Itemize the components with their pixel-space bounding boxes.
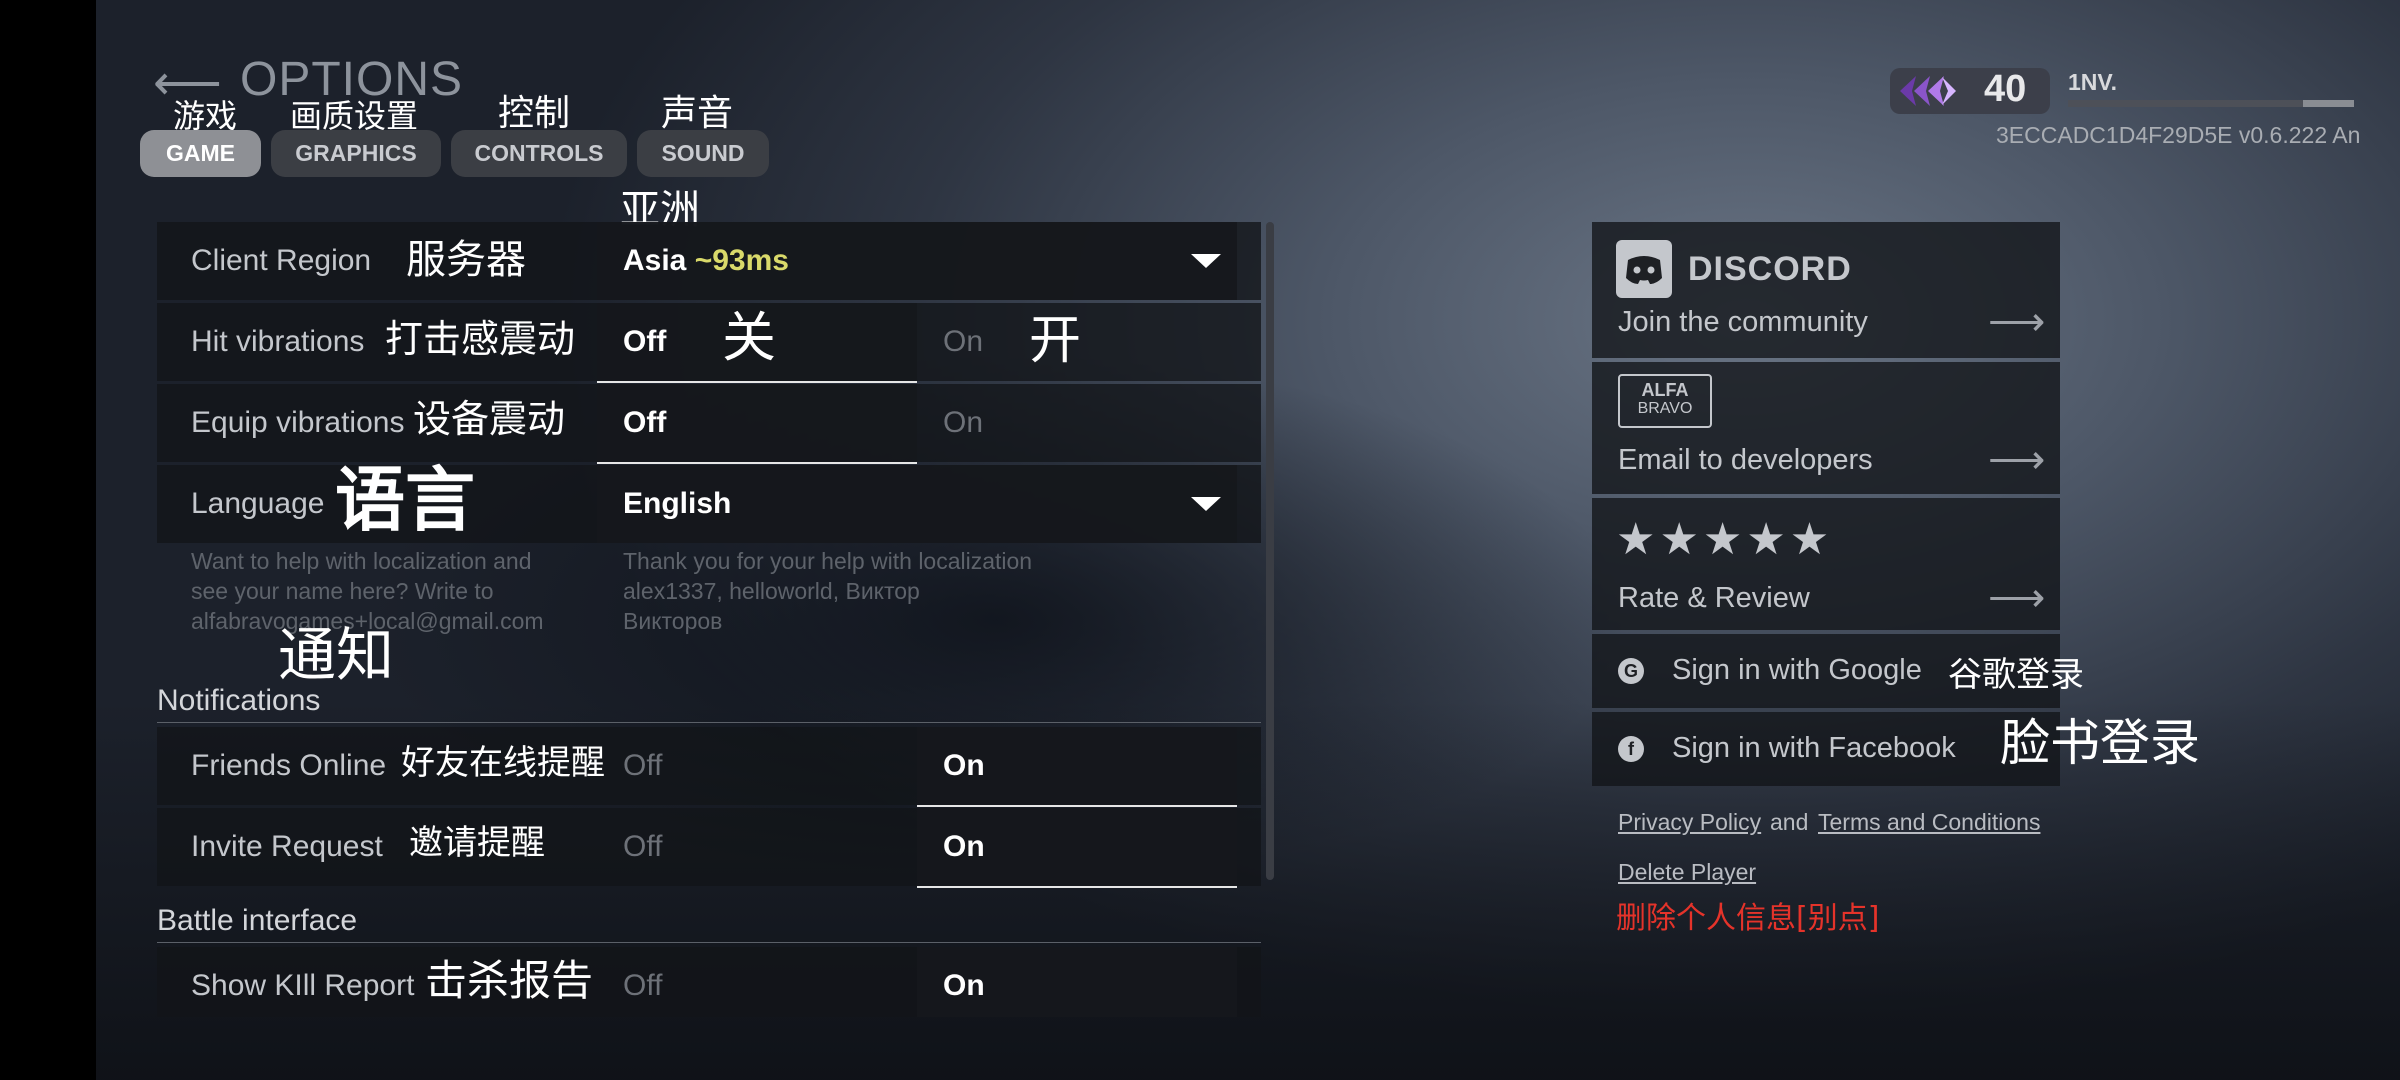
- tab-graphics[interactable]: GRAPHICS: [271, 130, 441, 177]
- invite-request-off-label: Off: [623, 830, 663, 863]
- star-rating-icon: ★★★★★: [1616, 515, 1834, 564]
- tab-game-annotation: 游戏: [173, 97, 238, 135]
- tab-graphics-annotation: 画质设置: [290, 97, 419, 135]
- equip-vibrations-annotation: 设备震动: [413, 397, 566, 441]
- xp-progress-bar: [2068, 100, 2354, 107]
- hit-vibrations-annotation: 打击感震动: [385, 317, 576, 361]
- discord-text: Join the community: [1618, 306, 1868, 338]
- chevron-down-icon: [1191, 497, 1221, 511]
- email-developers-card[interactable]: ALFA BRAVO Email to developers ⟶: [1592, 362, 2060, 494]
- equip-vibrations-on-label: On: [943, 406, 984, 439]
- google-annotation: 谷歌登录: [1948, 655, 2084, 695]
- show-kill-report-on-option[interactable]: On: [917, 947, 1237, 1017]
- xp-progress-fill: [2068, 100, 2303, 107]
- client-region-dropdown[interactable]: Asia ~93ms: [597, 222, 1237, 300]
- tab-sound-label: SOUND: [661, 140, 745, 166]
- tab-controls[interactable]: CONTROLS: [451, 130, 627, 177]
- client-region-annotation: 服务器: [406, 237, 526, 283]
- invite-request-label: Invite Request: [191, 830, 383, 863]
- equip-vibrations-off-option[interactable]: Off: [597, 384, 917, 464]
- build-version: 3ECCADC1D4F29D5E v0.6.222 An: [1996, 122, 2361, 148]
- email-developers-text: Email to developers: [1618, 444, 1873, 476]
- hit-vibrations-on-label: On: [943, 325, 984, 358]
- tab-sound[interactable]: SOUND: [637, 130, 769, 177]
- tab-game-label: GAME: [166, 140, 235, 166]
- equip-vibrations-label: Equip vibrations: [191, 406, 405, 439]
- hit-vibrations-on-option[interactable]: On 开: [917, 303, 1261, 381]
- show-kill-report-off-label: Off: [623, 969, 663, 1002]
- invite-request-on-label: On: [943, 830, 985, 863]
- alfa-bravo-logo: ALFA BRAVO: [1618, 374, 1712, 428]
- facebook-sign-in-text: Sign in with Facebook: [1672, 732, 1956, 764]
- and-text: and: [1770, 809, 1809, 835]
- invite-request-annotation: 邀请提醒: [409, 823, 545, 863]
- friends-online-annotation: 好友在线提醒: [401, 743, 605, 783]
- google-sign-in-text: Sign in with Google: [1672, 654, 1922, 686]
- terms-link[interactable]: Terms and Conditions: [1818, 811, 2040, 834]
- tab-controls-label: CONTROLS: [474, 140, 604, 166]
- arrow-right-icon: ⟶: [1988, 438, 2046, 482]
- privacy-policy-link[interactable]: Privacy Policy: [1618, 811, 1761, 834]
- friends-online-off-option[interactable]: Off: [597, 727, 917, 805]
- delete-player-link[interactable]: Delete Player: [1618, 861, 1756, 884]
- friends-online-on-option[interactable]: On: [917, 727, 1237, 807]
- notifications-annotation: 通知: [278, 621, 395, 689]
- facebook-annotation: 脸书登录: [2000, 714, 2200, 772]
- ping-value: ~93ms: [694, 244, 789, 277]
- section-divider: [157, 942, 1261, 943]
- friends-online-label: Friends Online: [191, 749, 387, 782]
- facebook-sign-in-button[interactable]: f Sign in with Facebook: [1592, 712, 2060, 786]
- client-region-label: Client Region: [191, 244, 372, 277]
- battle-section-title: Battle interface: [157, 904, 358, 937]
- friends-online-on-label: On: [943, 749, 985, 782]
- language-dropdown[interactable]: English: [597, 465, 1237, 543]
- off-annotation: 关: [722, 306, 776, 369]
- chevron-down-icon: [1191, 254, 1221, 268]
- hit-vibrations-off-label: Off: [623, 325, 667, 358]
- language-value: English: [623, 487, 732, 520]
- show-kill-report-off-option[interactable]: Off: [597, 947, 917, 1017]
- equip-vibrations-off-label: Off: [623, 406, 667, 439]
- settings-scrollbar[interactable]: [1266, 222, 1274, 880]
- invite-request-off-option[interactable]: Off: [597, 808, 917, 886]
- language-annotation: 语言: [335, 459, 475, 541]
- tab-controls-annotation: 控制: [498, 93, 571, 134]
- show-kill-report-label: Show KIll Report: [191, 969, 415, 1002]
- tab-game[interactable]: GAME: [140, 130, 261, 177]
- language-label: Language: [191, 487, 325, 520]
- player-name: 1NV.: [2068, 69, 2118, 95]
- tab-graphics-label: GRAPHICS: [295, 140, 417, 166]
- left-black-bar: [0, 0, 96, 1080]
- player-level: 40: [1984, 68, 2027, 110]
- show-kill-report-annotation: 击杀报告: [425, 956, 594, 1005]
- tab-sound-annotation: 声音: [661, 93, 734, 134]
- discord-icon: [1616, 240, 1672, 298]
- rank-emblem-icon: [1900, 76, 1956, 106]
- invite-request-on-option[interactable]: On: [917, 808, 1237, 888]
- section-divider: [157, 722, 1261, 723]
- notifications-section-title: Notifications: [157, 684, 321, 717]
- rate-review-card[interactable]: ★★★★★ Rate & Review ⟶: [1592, 498, 2060, 630]
- google-icon: G: [1618, 658, 1644, 684]
- discord-wordmark: DISCORD: [1688, 250, 1852, 288]
- arrow-right-icon: ⟶: [1988, 576, 2046, 620]
- localization-credits-note: Thank you for your help with localizatio…: [623, 548, 1033, 634]
- friends-online-off-label: Off: [623, 749, 663, 782]
- delete-player-warning: 删除个人信息[别点]: [1616, 901, 1880, 936]
- rate-review-text: Rate & Review: [1618, 582, 1810, 614]
- show-kill-report-on-label: On: [943, 969, 985, 1002]
- discord-card[interactable]: DISCORD Join the community ⟶: [1592, 222, 2060, 358]
- hit-vibrations-off-option[interactable]: Off 关: [597, 303, 917, 383]
- arrow-right-icon: ⟶: [1988, 300, 2046, 344]
- hit-vibrations-label: Hit vibrations: [191, 325, 365, 358]
- equip-vibrations-on-option[interactable]: On: [917, 384, 1261, 462]
- on-annotation: 开: [1029, 311, 1082, 371]
- facebook-icon: f: [1618, 736, 1644, 762]
- client-region-value: Asia ~93ms: [623, 244, 789, 277]
